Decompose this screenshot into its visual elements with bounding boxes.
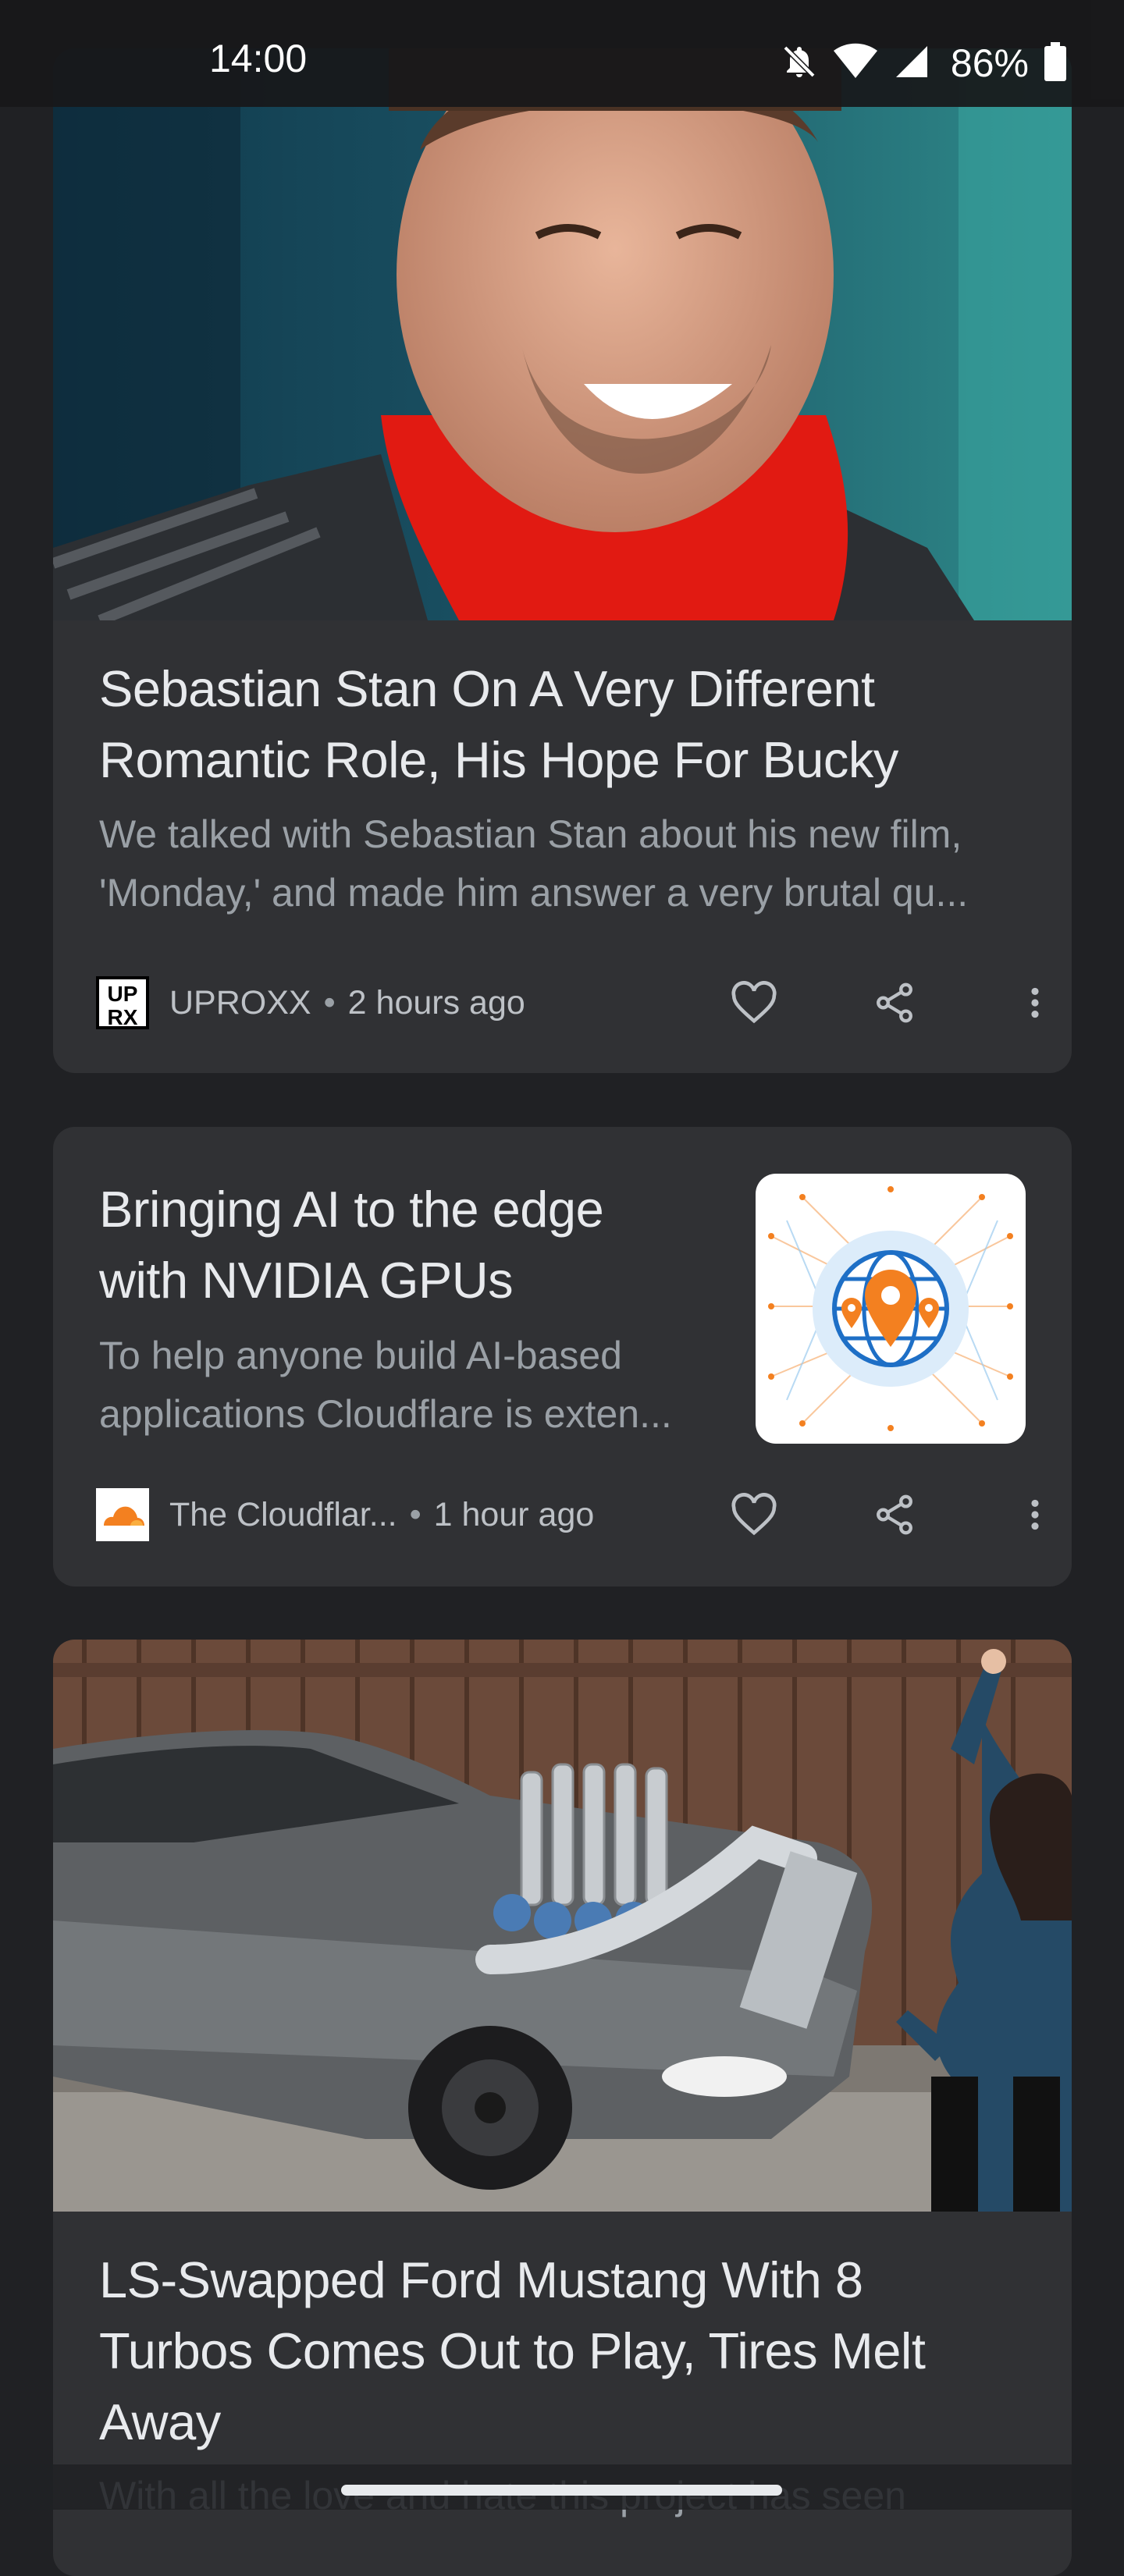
article-card[interactable]: Sebastian Stan On A Very Different Roman… — [53, 48, 1072, 1073]
article-title[interactable]: Bringing AI to the edge with NVIDIA GPUs — [99, 1174, 604, 1316]
home-handle[interactable] — [341, 2485, 782, 2496]
published-time: 2 hours ago — [347, 983, 525, 1022]
heart-icon — [731, 981, 777, 1024]
gesture-nav-bar — [0, 2464, 1124, 2510]
source-name[interactable]: UPROXX — [169, 984, 311, 1022]
status-time: 14:00 — [209, 37, 308, 80]
published-time: 1 hour ago — [433, 1495, 595, 1533]
status-bar: 14:00 86% — [0, 0, 1124, 107]
more-vert-icon — [1031, 987, 1039, 1018]
heart-icon — [731, 1493, 777, 1536]
svg-text:RX: RX — [108, 1005, 138, 1029]
article-description: To help anyone build AI-based applicatio… — [99, 1334, 672, 1436]
signal-icon — [893, 43, 930, 84]
article-thumbnail[interactable] — [756, 1174, 1026, 1444]
article-hero-image[interactable] — [53, 1640, 1072, 2212]
article-card[interactable]: LS-Swapped Ford Mustang With 8 Turbos Co… — [53, 1640, 1072, 2576]
uproxx-logo: UP RX — [96, 976, 149, 1029]
like-button[interactable] — [719, 1480, 789, 1550]
battery-percent: 86% — [950, 41, 1029, 85]
share-button[interactable] — [859, 1480, 930, 1550]
more-vert-icon — [1031, 1499, 1039, 1530]
like-button[interactable] — [719, 968, 789, 1038]
share-icon — [877, 1494, 912, 1535]
article-meta: UP RX UPROXX • 2 hours ago — [96, 975, 525, 1030]
separator: • — [409, 1495, 422, 1533]
article-actions — [719, 1480, 1070, 1550]
wifi-icon — [833, 43, 877, 84]
share-icon — [877, 982, 912, 1023]
article-title[interactable]: Sebastian Stan On A Very Different Roman… — [99, 653, 898, 795]
cloudflare-logo — [96, 1488, 149, 1541]
article-meta: The Cloudflar... • 1 hour ago — [96, 1487, 594, 1542]
separator: • — [323, 983, 336, 1022]
source-name[interactable]: The Cloudflar... — [169, 1496, 397, 1534]
more-options-button[interactable] — [1000, 1480, 1070, 1550]
battery-icon — [1044, 41, 1066, 85]
svg-text:UP: UP — [108, 982, 138, 1006]
article-card[interactable]: Bringing AI to the edge with NVIDIA GPUs… — [53, 1127, 1072, 1586]
share-button[interactable] — [859, 968, 930, 1038]
more-options-button[interactable] — [1000, 968, 1070, 1038]
article-actions — [719, 968, 1070, 1038]
mute-bell-icon — [781, 43, 818, 84]
article-hero-image[interactable] — [53, 48, 1072, 620]
article-description: We talked with Sebastian Stan about his … — [99, 812, 969, 915]
article-title[interactable]: LS-Swapped Ford Mustang With 8 Turbos Co… — [99, 2244, 926, 2457]
